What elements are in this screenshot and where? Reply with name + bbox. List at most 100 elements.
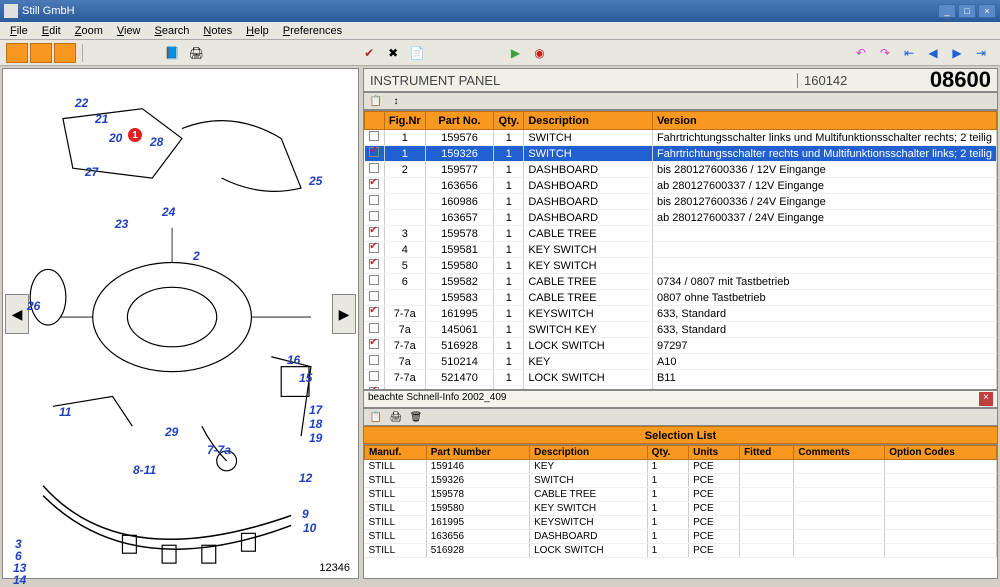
sel-row[interactable]: STILL516928LOCK SWITCH1PCE (365, 544, 997, 558)
callout-8-11[interactable]: 8-11 (133, 463, 156, 477)
notes-button[interactable]: 📄 (406, 43, 428, 63)
sel-header-6[interactable]: Comments (794, 446, 885, 460)
callout-22[interactable]: 22 (75, 96, 88, 110)
parts-table[interactable]: Fig.NrPart No.Qty.DescriptionVersion1159… (363, 110, 998, 390)
callout-9[interactable]: 9 (302, 507, 309, 521)
callout-10[interactable]: 10 (303, 521, 316, 535)
callout-11[interactable]: 11 (59, 405, 71, 419)
sel-header-3[interactable]: Qty. (647, 446, 689, 460)
copy-icon[interactable]: 📋 (368, 94, 384, 108)
callout-21[interactable]: 21 (95, 112, 108, 126)
sel-row[interactable]: STILL161995KEYSWITCH1PCE (365, 516, 997, 530)
diagram-pane[interactable]: ◀ ▶ 12346 2221202827252423226161511297-7… (2, 68, 359, 579)
callout-23[interactable]: 23 (115, 217, 128, 231)
sel-row[interactable]: STILL159146KEY1PCE (365, 460, 997, 474)
sel-header-5[interactable]: Fitted (740, 446, 794, 460)
toolbar-orange-1[interactable] (6, 43, 28, 63)
nav-last[interactable]: ⇥ (970, 43, 992, 63)
play-button[interactable]: ▶ (505, 43, 527, 63)
parts-row[interactable]: 1636561DASHBOARDab 280127600337 / 12V Ei… (365, 178, 997, 194)
parts-header-0[interactable] (365, 112, 385, 130)
sel-header-7[interactable]: Option Codes (885, 446, 997, 460)
parts-row[interactable]: 7a1450611SWITCH KEY633, Standard (365, 322, 997, 338)
parts-row[interactable]: 1636571DASHBOARDab 280127600337 / 24V Ei… (365, 210, 997, 226)
sel-trash-icon[interactable]: 🗑 (408, 410, 424, 424)
parts-row[interactable]: 7a5102141KEYA10 (365, 354, 997, 370)
parts-row[interactable]: 11595761SWITCHFahrtrichtungsschalter lin… (365, 130, 997, 146)
menu-zoom[interactable]: Zoom (69, 24, 109, 38)
sel-copy-icon[interactable]: 📋 (368, 410, 384, 424)
maximize-button[interactable]: □ (958, 4, 976, 18)
menu-search[interactable]: Search (149, 24, 196, 38)
sel-header-1[interactable]: Part Number (426, 446, 529, 460)
parts-row[interactable]: 1609861DASHBOARDbis 280127600336 / 24V E… (365, 194, 997, 210)
parts-header-4[interactable]: Description (524, 112, 653, 130)
sel-table[interactable]: Manuf.Part NumberDescriptionQty.UnitsFit… (363, 444, 998, 579)
callout-28[interactable]: 28 (150, 135, 163, 149)
parts-row[interactable]: 1595831CABLE TREE0807 ohne Tastbetrieb (365, 290, 997, 306)
parts-row[interactable]: 7-7a1619951KEYSWITCH633, Standard (365, 306, 997, 322)
callout-27[interactable]: 27 (85, 165, 98, 179)
notes-close-button[interactable]: × (979, 392, 993, 406)
menu-notes[interactable]: Notes (197, 24, 238, 38)
callout-26[interactable]: 26 (27, 299, 40, 313)
nav-undo[interactable]: ↶ (850, 43, 872, 63)
parts-row[interactable]: 51595801KEY SWITCH (365, 258, 997, 274)
toolbar-orange-3[interactable] (54, 43, 76, 63)
parts-row[interactable]: 41595811KEY SWITCH (365, 242, 997, 258)
cancel-button[interactable]: ✖ (382, 43, 404, 63)
callout-7-7a[interactable]: 7-7a (207, 443, 231, 457)
parts-body: 11595761SWITCHFahrtrichtungsschalter lin… (365, 130, 997, 391)
parts-row[interactable]: 7-7a5214701LOCK SWITCHB11 (365, 370, 997, 386)
sel-header-4[interactable]: Units (689, 446, 740, 460)
callout-17[interactable]: 17 (309, 403, 322, 417)
sel-header-2[interactable]: Description (530, 446, 648, 460)
callout-2[interactable]: 2 (193, 249, 200, 263)
sel-row[interactable]: STILL159578CABLE TREE1PCE (365, 488, 997, 502)
menu-edit[interactable]: Edit (36, 24, 67, 38)
parts-header-2[interactable]: Part No. (425, 112, 494, 130)
toolbar-orange-2[interactable] (30, 43, 52, 63)
parts-row[interactable]: 31595781CABLE TREE (365, 226, 997, 242)
close-button[interactable]: × (978, 4, 996, 18)
callout-14[interactable]: 14 (13, 573, 26, 587)
menu-help[interactable]: Help (240, 24, 275, 38)
minimize-button[interactable]: _ (938, 4, 956, 18)
callout-25[interactable]: 25 (309, 174, 322, 188)
sel-header-0[interactable]: Manuf. (365, 446, 427, 460)
parts-row[interactable]: 21595771DASHBOARDbis 280127600336 / 12V … (365, 162, 997, 178)
stop-button[interactable]: ◉ (529, 43, 551, 63)
parts-header-5[interactable]: Version (652, 112, 996, 130)
sel-print-icon[interactable]: 🖨 (388, 410, 404, 424)
sel-row[interactable]: STILL159580KEY SWITCH1PCE (365, 502, 997, 516)
diagram-prev-button[interactable]: ◀ (5, 294, 29, 334)
callout-16[interactable]: 16 (287, 353, 300, 367)
parts-row[interactable]: 11593261SWITCHFahrtrichtungsschalter rec… (365, 146, 997, 162)
printer-icon[interactable]: 🖨 (185, 43, 207, 63)
callout-29[interactable]: 29 (165, 425, 178, 439)
parts-header-1[interactable]: Fig.Nr (384, 112, 425, 130)
nav-prev[interactable]: ◀ (922, 43, 944, 63)
parts-row[interactable]: 7-7a5169281LOCK SWITCH97297 (365, 338, 997, 354)
callout-12[interactable]: 12 (299, 471, 312, 485)
callout-15[interactable]: 15 (299, 371, 312, 385)
sel-row[interactable]: STILL159326SWITCH1PCE (365, 474, 997, 488)
menu-file[interactable]: File (4, 24, 34, 38)
nav-next[interactable]: ▶ (946, 43, 968, 63)
parts-header-3[interactable]: Qty. (494, 112, 524, 130)
callout-20[interactable]: 20 (109, 131, 122, 145)
diagram-next-button[interactable]: ▶ (332, 294, 356, 334)
nav-redo[interactable]: ↷ (874, 43, 896, 63)
callout-18[interactable]: 18 (309, 417, 322, 431)
sel-row[interactable]: STILL163656DASHBOARD1PCE (365, 530, 997, 544)
book-icon[interactable]: 📘 (161, 43, 183, 63)
menu-preferences[interactable]: Preferences (277, 24, 348, 38)
callout-24[interactable]: 24 (162, 205, 175, 219)
menu-view[interactable]: View (111, 24, 147, 38)
nav-first[interactable]: ⇤ (898, 43, 920, 63)
sort-icon[interactable]: ↕ (388, 94, 404, 108)
hotspot-1[interactable]: 1 (128, 128, 142, 142)
parts-row[interactable]: 61595821CABLE TREE0734 / 0807 mit Tastbe… (365, 274, 997, 290)
callout-19[interactable]: 19 (309, 431, 322, 445)
accept-button[interactable]: ✔ (358, 43, 380, 63)
